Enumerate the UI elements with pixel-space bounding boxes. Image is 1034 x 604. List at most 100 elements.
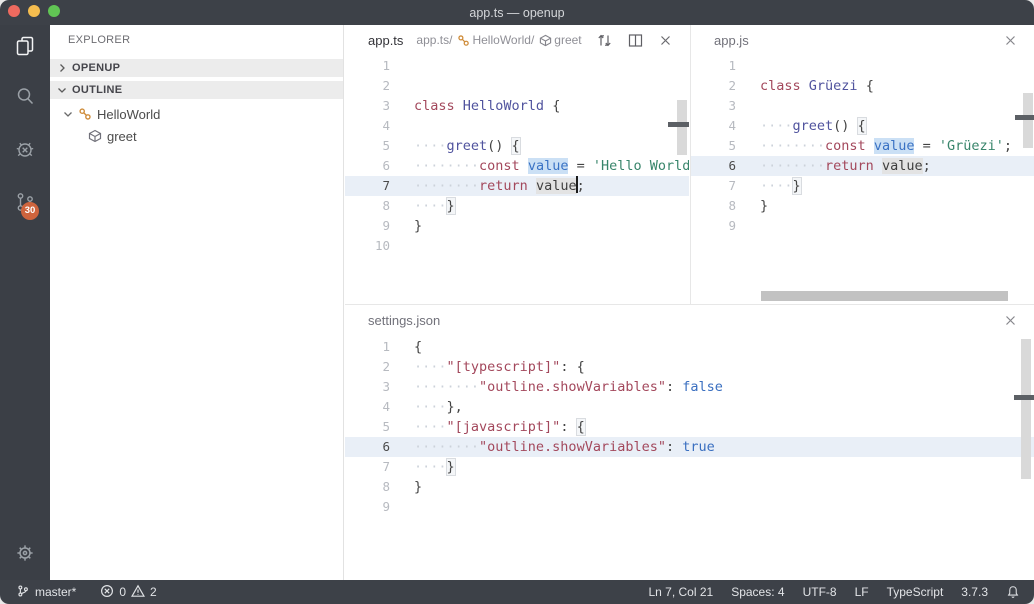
code-line[interactable]: 4 (345, 116, 689, 136)
breadcrumb-file[interactable]: app.ts/ (416, 33, 452, 47)
indentation-item[interactable]: Spaces: 4 (731, 585, 784, 599)
line-number: 10 (345, 236, 390, 256)
sidebar-title: EXPLORER (68, 34, 130, 46)
code-editor[interactable]: 12class Grüezi {34····greet() {5········… (691, 56, 1034, 236)
code-line[interactable]: 5····greet() { (345, 136, 689, 156)
line-number: 5 (345, 136, 390, 156)
cursor-position-item[interactable]: Ln 7, Col 21 (648, 585, 713, 599)
code-line[interactable]: 4····greet() { (691, 116, 1034, 136)
bell-icon[interactable] (1006, 585, 1020, 599)
line-number: 9 (691, 216, 736, 236)
class-symbol-icon (457, 34, 470, 47)
activity-bar: 30 (0, 25, 50, 580)
editor-header: settings.json (345, 305, 1034, 335)
warning-icon (131, 584, 145, 601)
eol-item[interactable]: LF (855, 585, 869, 599)
code-line[interactable]: 5········const value = 'Grüezi'; (691, 136, 1034, 156)
code-line[interactable]: 8} (691, 196, 1034, 216)
code-line[interactable]: 8····} (345, 196, 689, 216)
horizontal-scrollbar-thumb[interactable] (761, 291, 1008, 301)
method-symbol-icon (539, 34, 552, 47)
code-line[interactable]: 9 (691, 216, 1034, 236)
code-line[interactable]: 3 (691, 96, 1034, 116)
editor-group-app-js: app.js 12class Grüezi {34····greet() {5·… (690, 25, 1034, 304)
code-line[interactable]: 3class HelloWorld { (345, 96, 689, 116)
line-number: 4 (345, 397, 390, 417)
code-line[interactable]: 5····"[javascript]": { (345, 417, 1034, 437)
code-line[interactable]: 2class Grüezi { (691, 76, 1034, 96)
encoding-item[interactable]: UTF-8 (803, 585, 837, 599)
tab-settings-json[interactable]: settings.json (368, 313, 440, 328)
line-number: 7 (345, 457, 390, 477)
chevron-down-icon (56, 84, 68, 96)
code-line[interactable]: 7········return value; (345, 176, 689, 196)
sidebar-section-outline[interactable]: OUTLINE (50, 81, 343, 99)
line-number: 5 (345, 417, 390, 437)
code-line[interactable]: 3········"outline.showVariables": false (345, 377, 1034, 397)
code-line[interactable]: 1{ (345, 337, 1034, 357)
outline-item-helloworld[interactable]: HelloWorld (62, 103, 160, 125)
line-number: 1 (691, 56, 736, 76)
code-line[interactable]: 4····}, (345, 397, 1034, 417)
scrollbar-thumb[interactable] (677, 100, 687, 155)
code-line[interactable]: 6········const value = 'Hello World'; (345, 156, 689, 176)
line-number: 9 (345, 216, 390, 236)
code-line[interactable]: 7····} (691, 176, 1034, 196)
line-number: 1 (345, 56, 390, 76)
line-number: 2 (345, 357, 390, 377)
close-icon[interactable] (1003, 33, 1018, 48)
scrollbar-thumb[interactable] (1021, 339, 1031, 479)
editor-group-app-ts: app.ts app.ts/ HelloWorld/ (345, 25, 689, 304)
tab-app-ts[interactable]: app.ts (368, 33, 403, 48)
close-icon[interactable] (1003, 313, 1018, 328)
line-number: 7 (345, 176, 390, 196)
branch-icon (16, 584, 30, 601)
language-mode-item[interactable]: TypeScript (887, 585, 944, 599)
tab-app-js[interactable]: app.js (714, 33, 749, 48)
swap-icon[interactable] (596, 32, 613, 49)
problems-status-item[interactable]: 0 2 (100, 584, 156, 601)
line-number: 4 (691, 116, 736, 136)
overview-cursor-mark (1014, 395, 1034, 400)
outline-item-label: greet (107, 129, 137, 144)
breadcrumb-class[interactable]: HelloWorld/ (452, 33, 534, 47)
line-number: 6 (691, 156, 736, 176)
editor-header: app.ts app.ts/ HelloWorld/ (345, 25, 689, 55)
breadcrumb-member[interactable]: greet (534, 33, 581, 47)
status-bar: master* 0 2 Ln 7, Col 21 Spaces: 4 (0, 580, 1034, 604)
window-title: app.ts — openup (0, 0, 1034, 25)
code-line[interactable]: 1 (691, 56, 1034, 76)
scrollbar-thumb[interactable] (1023, 93, 1033, 148)
overview-cursor-mark (1015, 115, 1034, 120)
outline-item-greet[interactable]: greet (88, 125, 137, 147)
sidebar-explorer: EXPLORER OPENUP OUTLINE HelloWorld (50, 25, 344, 580)
editor-group-settings-json: settings.json 1{2····"[typescript]": {3·… (345, 304, 1034, 580)
chevron-right-icon (56, 62, 68, 74)
files-icon[interactable] (13, 33, 37, 57)
gear-icon[interactable] (13, 541, 37, 565)
code-editor[interactable]: 123class HelloWorld {45····greet() {6···… (345, 56, 689, 256)
code-line[interactable]: 6········"outline.showVariables": true (345, 437, 1034, 457)
debug-icon[interactable] (13, 137, 37, 161)
section-label: OUTLINE (72, 84, 122, 96)
code-line[interactable]: 7····} (345, 457, 1034, 477)
search-icon[interactable] (13, 84, 37, 108)
code-editor[interactable]: 1{2····"[typescript]": {3········"outlin… (345, 337, 1034, 517)
close-icon[interactable] (658, 33, 673, 48)
vscode-window: app.ts — openup 30 (0, 0, 1034, 604)
code-line[interactable]: 9 (345, 497, 1034, 517)
code-line[interactable]: 2····"[typescript]": { (345, 357, 1034, 377)
code-line[interactable]: 6········return value; (691, 156, 1034, 176)
chevron-down-icon[interactable] (62, 108, 74, 120)
sidebar-section-openup[interactable]: OPENUP (50, 59, 343, 77)
code-line[interactable]: 10 (345, 236, 689, 256)
code-line[interactable]: 1 (345, 56, 689, 76)
branch-status-item[interactable]: master* (16, 584, 76, 601)
line-number: 9 (345, 497, 390, 517)
code-line[interactable]: 9} (345, 216, 689, 236)
split-editor-icon[interactable] (627, 32, 644, 49)
code-line[interactable]: 2 (345, 76, 689, 96)
code-line[interactable]: 8} (345, 477, 1034, 497)
ts-version-item[interactable]: 3.7.3 (961, 585, 988, 599)
method-symbol-icon (88, 129, 102, 143)
